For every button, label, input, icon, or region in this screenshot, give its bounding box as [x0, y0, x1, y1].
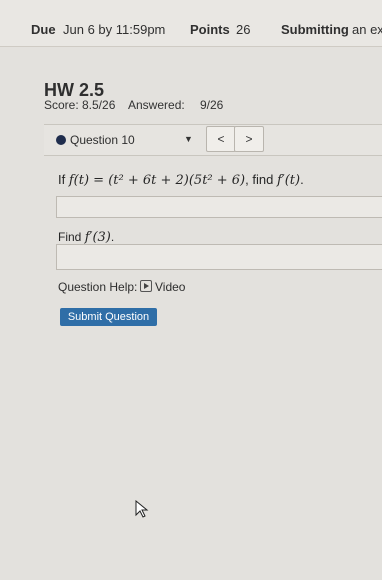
prompt-prefix: If	[58, 172, 66, 187]
video-help-link[interactable]: Video	[155, 280, 185, 294]
question-select[interactable]: Question 10	[70, 133, 135, 147]
submit-question-button[interactable]: Submit Question	[60, 308, 157, 326]
prompt-two-suffix: .	[110, 230, 115, 244]
score-label: Score:	[44, 98, 79, 112]
function-definition: f(t) = (t² + 6t + 2)(5t² + 6)	[68, 173, 246, 188]
answered-value: 9/26	[200, 98, 224, 112]
derivative-at-value: f′(3)	[84, 230, 111, 245]
question-prompt: If f(t) = (t² + 6t + 2)(5t² + 6), find f…	[58, 172, 304, 188]
assignment-header: Due Jun 6 by 11:59pm Points 26 Submittin…	[0, 0, 382, 47]
video-icon[interactable]	[140, 280, 152, 292]
submitting-value: an ex	[352, 22, 382, 37]
points-value: 26	[236, 22, 251, 37]
question-help-label: Question Help:	[58, 280, 138, 294]
next-question-button[interactable]: >	[234, 126, 264, 152]
prompt-middle: , find	[245, 172, 274, 187]
derivative-answer-field[interactable]	[56, 196, 382, 218]
submitting-label: Submitting	[281, 22, 349, 37]
due-date: Jun 6 by 11:59pm	[63, 22, 166, 37]
points-label: Points	[190, 22, 230, 37]
due-label: Due	[31, 22, 56, 37]
question-status-dot	[56, 135, 66, 145]
derivative-value-answer-field[interactable]	[56, 244, 382, 270]
question-part-two-prompt: Find f′(3).	[58, 230, 114, 245]
derivative-expression: f′(t)	[276, 173, 301, 188]
answered-label: Answered:	[128, 98, 185, 112]
mouse-cursor-icon	[135, 500, 149, 518]
score-value: 8.5/26	[82, 98, 116, 112]
prompt-two-prefix: Find	[58, 230, 82, 244]
prompt-suffix: .	[300, 172, 304, 187]
chevron-down-icon[interactable]: ▼	[184, 134, 193, 144]
previous-question-button[interactable]: <	[206, 126, 236, 152]
